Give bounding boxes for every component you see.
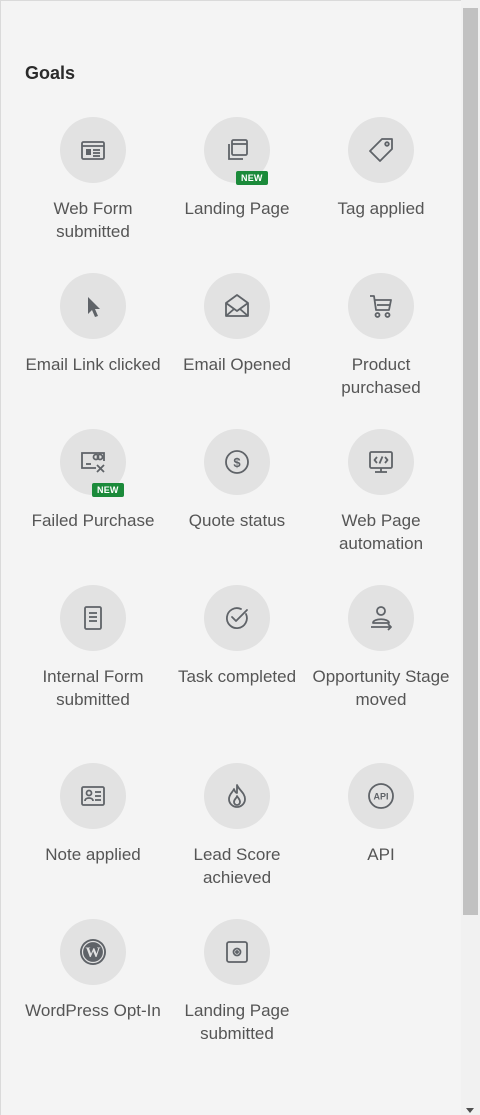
- svg-text:W: W: [86, 945, 101, 961]
- goal-wordpress-opt-in[interactable]: W WordPress Opt-In: [23, 919, 163, 1022]
- goal-label: Opportunity Stage moved: [312, 667, 450, 709]
- tag-icon: [369, 138, 393, 162]
- goal-label: Email Opened: [183, 355, 291, 374]
- svg-text:API: API: [373, 792, 388, 802]
- goal-label: Web Form submitted: [53, 199, 133, 241]
- new-badge: NEW: [92, 483, 124, 497]
- goal-api[interactable]: API API: [311, 763, 451, 866]
- envelope-open-icon: [225, 294, 249, 317]
- goal-label: Tag applied: [337, 199, 425, 218]
- new-badge: NEW: [236, 171, 268, 185]
- goal-label: Note applied: [45, 845, 141, 864]
- goal-web-page-automation[interactable]: Web Page automation: [311, 429, 451, 555]
- vertical-scrollbar[interactable]: [461, 0, 480, 1115]
- goal-web-form-submitted[interactable]: Web Form submitted: [23, 117, 163, 243]
- flame-icon: [228, 784, 246, 808]
- person-arrow-icon: [371, 606, 392, 631]
- cursor-icon: [88, 297, 100, 317]
- goal-label: API: [367, 845, 395, 864]
- goal-label: WordPress Opt-In: [25, 1001, 161, 1020]
- landing-page-icon: [228, 139, 248, 160]
- goal-failed-purchase[interactable]: NEW Failed Purchase: [23, 429, 163, 532]
- goal-label: Email Link clicked: [25, 355, 161, 374]
- goal-label: Task completed: [177, 667, 297, 686]
- goal-internal-form-submitted[interactable]: Internal Form submitted: [23, 585, 163, 711]
- goal-label: Lead Score achieved: [193, 845, 281, 887]
- code-monitor-icon: [369, 451, 393, 473]
- goal-label: Internal Form submitted: [42, 667, 144, 709]
- goal-email-opened[interactable]: Email Opened: [167, 273, 307, 376]
- check-circle-icon: [225, 607, 248, 630]
- goal-opportunity-stage-moved[interactable]: Opportunity Stage moved: [311, 585, 451, 711]
- goals-title: Goals: [25, 63, 76, 83]
- goal-task-completed[interactable]: Task completed: [167, 585, 307, 688]
- svg-text:$: $: [233, 455, 241, 470]
- goal-quote-status[interactable]: $ Quote status: [167, 429, 307, 532]
- goal-email-link-clicked[interactable]: Email Link clicked: [23, 273, 163, 376]
- cart-icon: [370, 295, 392, 318]
- goal-label: Landing Page: [184, 199, 290, 218]
- failed-card-icon: [81, 452, 105, 473]
- scroll-down-arrow-icon[interactable]: [466, 1108, 474, 1113]
- goal-landing-page-submitted[interactable]: Landing Page submitted: [167, 919, 307, 1045]
- goal-lead-score-achieved[interactable]: Lead Score achieved: [167, 763, 307, 889]
- goal-label: Product purchased: [341, 355, 421, 397]
- wordpress-icon: W: [80, 939, 106, 965]
- scrollbar-thumb[interactable]: [463, 8, 478, 915]
- goal-label: Quote status: [188, 511, 286, 530]
- goal-product-purchased[interactable]: Product purchased: [311, 273, 451, 399]
- goal-note-applied[interactable]: Note applied: [23, 763, 163, 866]
- document-icon: [84, 606, 102, 630]
- goal-label: Landing Page submitted: [184, 1001, 290, 1043]
- goal-landing-page[interactable]: NEW Landing Page: [167, 117, 307, 220]
- square-dot-icon: [226, 941, 248, 963]
- api-icon: API: [368, 783, 394, 809]
- web-form-icon: [81, 141, 105, 160]
- contact-card-icon: [81, 786, 105, 806]
- goals-panel: Goals Web Form submitted NEW Landing Pag…: [0, 0, 461, 1115]
- goal-tag-applied[interactable]: Tag applied: [311, 117, 451, 220]
- goal-label: Failed Purchase: [31, 511, 155, 530]
- dollar-icon: $: [225, 450, 249, 474]
- goal-label: Web Page automation: [338, 511, 424, 553]
